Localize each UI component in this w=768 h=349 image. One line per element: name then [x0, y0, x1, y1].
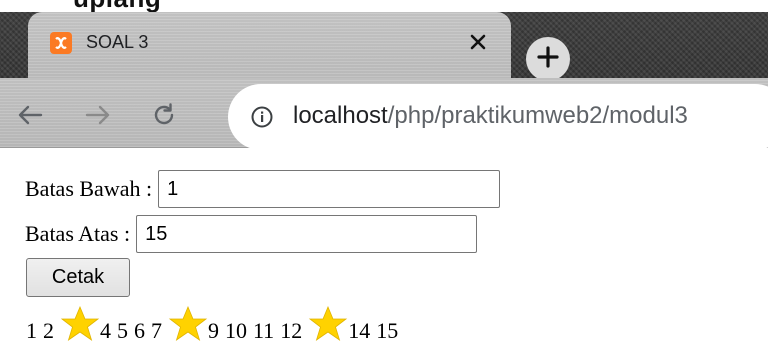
url-path: /php/praktikumweb2/modul3 — [387, 102, 688, 129]
cropped-heading-text: uplang — [73, 0, 161, 12]
output-number: 5 — [117, 318, 128, 343]
output-number: 14 — [348, 318, 371, 343]
output-number: 15 — [376, 318, 399, 343]
arrow-right-icon — [85, 104, 111, 131]
output-number: 4 — [100, 318, 111, 343]
output-number: 9 — [208, 318, 219, 343]
cropped-heading: uplang — [0, 0, 768, 12]
url-host: localhost — [293, 102, 388, 129]
tab-title: SOAL 3 — [86, 32, 149, 52]
lower-bound-label: Batas Bawah : — [25, 176, 153, 201]
star-icon — [308, 305, 348, 342]
reload-button[interactable] — [146, 99, 182, 135]
browser-tab[interactable]: SOAL 3 — [28, 12, 511, 80]
plus-icon — [537, 45, 559, 73]
upper-bound-input[interactable] — [136, 215, 478, 253]
output-number: 1 — [26, 318, 37, 343]
xampp-favicon-icon — [50, 32, 72, 54]
upper-bound-label: Batas Atas : — [25, 221, 131, 246]
page-content: Batas Bawah : Batas Atas : Cetak 12 4567 9… — [0, 148, 768, 349]
address-bar[interactable]: localhost/php/praktikumweb2/modul3 — [228, 84, 768, 150]
star-icon — [60, 305, 100, 342]
upper-bound-row: Batas Atas : — [25, 215, 478, 253]
reload-icon — [151, 102, 177, 133]
lower-bound-input[interactable] — [158, 170, 501, 208]
url-text: localhost/php/praktikumweb2/modul3 — [293, 102, 688, 130]
lower-bound-row: Batas Bawah : — [25, 170, 501, 208]
star-icon — [168, 305, 208, 342]
cetak-button[interactable]: Cetak — [26, 258, 130, 297]
output-number: 2 — [43, 318, 54, 343]
output-number: 11 — [253, 318, 275, 343]
forward-button[interactable] — [80, 99, 116, 135]
new-tab-button[interactable] — [526, 37, 570, 81]
close-icon[interactable] — [465, 29, 491, 55]
output-number: 10 — [225, 318, 247, 343]
output-number: 6 — [134, 318, 145, 343]
back-button[interactable] — [12, 99, 48, 135]
info-icon[interactable] — [250, 105, 274, 129]
output-sequence: 1 2 4 5 6 7 9 10 11 12 14 15 — [26, 302, 404, 342]
output-number: 12 — [280, 318, 303, 343]
arrow-left-icon — [17, 104, 43, 131]
output-number: 7 — [151, 318, 162, 343]
